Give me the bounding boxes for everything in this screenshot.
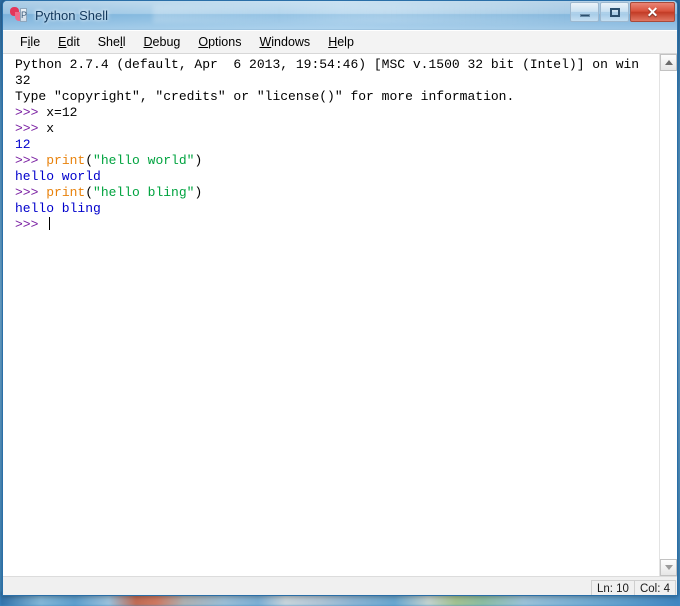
- shell-token-plain: ): [194, 185, 203, 200]
- shell-line: 32: [15, 73, 659, 89]
- shell-token-prompt: >>>: [15, 185, 47, 200]
- shell-token-builtin: print: [46, 185, 86, 200]
- shell-token-prompt: >>>: [15, 121, 47, 136]
- scroll-up-button[interactable]: [660, 54, 677, 71]
- shell-token-plain: x: [46, 121, 55, 136]
- close-button[interactable]: ✕: [630, 2, 675, 22]
- shell-line: hello world: [15, 169, 659, 185]
- maximize-button[interactable]: [600, 2, 629, 22]
- shell-line: >>> x=12: [15, 105, 659, 121]
- shell-token-prompt: >>>: [15, 153, 47, 168]
- shell-line: >>> print("hello bling"): [15, 185, 659, 201]
- shell-line: Python 2.7.4 (default, Apr 6 2013, 19:54…: [15, 57, 659, 73]
- shell-line: hello bling: [15, 201, 659, 217]
- minimize-button[interactable]: [570, 2, 599, 22]
- menu-item-help[interactable]: Help: [319, 34, 363, 50]
- text-cursor: [49, 217, 51, 230]
- shell-token-plain: Type "copyright", "credits" or "license(…: [15, 89, 515, 104]
- scrollbar-track[interactable]: [660, 71, 677, 559]
- shell-token-plain: (: [85, 185, 94, 200]
- shell-token-plain: Python 2.7.4 (default, Apr 6 2013, 19:54…: [15, 57, 640, 72]
- status-line-number: Ln: 10: [590, 579, 634, 595]
- close-icon: ✕: [646, 4, 659, 20]
- menu-item-options[interactable]: Options: [189, 34, 250, 50]
- maximize-icon: [609, 7, 620, 17]
- shell-line: Type "copyright", "credits" or "license(…: [15, 89, 659, 105]
- title-bar[interactable]: P Python Shell ✕: [3, 1, 677, 30]
- menu-item-windows[interactable]: Windows: [250, 34, 319, 50]
- scroll-down-arrow-icon: [664, 565, 673, 570]
- python-idle-icon: P: [10, 6, 27, 24]
- shell-token-plain: x=12: [46, 105, 78, 120]
- window-title: Python Shell: [35, 7, 108, 23]
- shell-token-output: hello bling: [15, 201, 101, 216]
- status-bar: Ln: 10 Col: 4: [3, 576, 677, 595]
- vertical-scrollbar[interactable]: [659, 54, 677, 576]
- shell-token-builtin: print: [46, 153, 86, 168]
- client-area: File Edit Shell Debug Options Windows He…: [3, 30, 677, 595]
- menu-item-file[interactable]: File: [11, 34, 49, 50]
- menu-item-shell[interactable]: Shell: [89, 34, 135, 50]
- shell-line: 12: [15, 137, 659, 153]
- minimize-icon: [579, 14, 590, 17]
- python-shell-window: P Python Shell ✕ File Edit Shell Debug O…: [2, 0, 678, 596]
- shell-token-plain: (: [85, 153, 94, 168]
- shell-line: >>>: [15, 217, 659, 233]
- shell-token-plain: ): [194, 153, 203, 168]
- shell-token-output: 12: [15, 137, 31, 152]
- scroll-up-arrow-icon: [664, 60, 673, 65]
- shell-text-area[interactable]: Python 2.7.4 (default, Apr 6 2013, 19:54…: [3, 54, 659, 576]
- shell-line: >>> print("hello world"): [15, 153, 659, 169]
- shell-token-prompt: >>>: [15, 217, 47, 232]
- titlebar-glass-reflection: [153, 5, 573, 23]
- shell-token-plain: 32: [15, 73, 31, 88]
- shell-output-region: Python 2.7.4 (default, Apr 6 2013, 19:54…: [3, 54, 677, 576]
- scroll-down-button[interactable]: [660, 559, 677, 576]
- shell-line: >>> x: [15, 121, 659, 137]
- shell-token-string: "hello bling": [93, 185, 195, 200]
- shell-token-string: "hello world": [93, 153, 195, 168]
- window-controls: ✕: [569, 2, 675, 23]
- menu-item-edit[interactable]: Edit: [49, 34, 89, 50]
- shell-token-output: hello world: [15, 169, 101, 184]
- status-column-number: Col: 4: [633, 579, 676, 595]
- shell-token-prompt: >>>: [15, 105, 47, 120]
- menu-bar: File Edit Shell Debug Options Windows He…: [3, 31, 677, 54]
- menu-item-debug[interactable]: Debug: [135, 34, 190, 50]
